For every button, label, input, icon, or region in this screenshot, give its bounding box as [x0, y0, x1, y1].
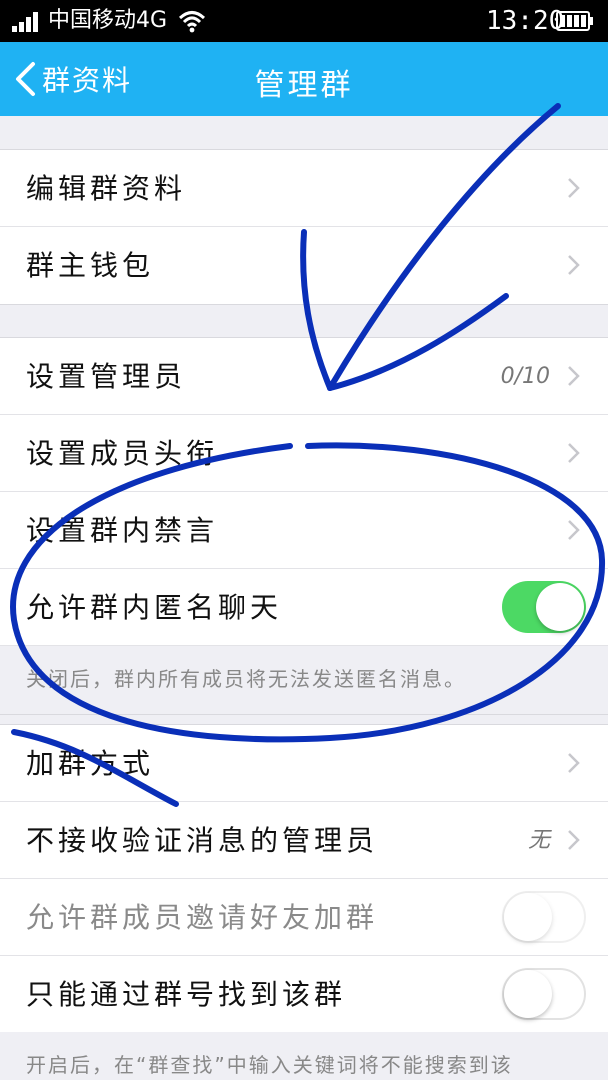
row-label: 设置成员头衔: [26, 437, 219, 470]
row-set-admins[interactable]: 设置管理员 0/10: [0, 338, 608, 415]
row-find-by-number: 只能通过群号找到该群: [0, 956, 608, 1033]
row-label: 设置管理员: [26, 360, 187, 393]
row-label: 不接收验证消息的管理员: [26, 824, 379, 857]
row-label: 允许群成员邀请好友加群: [26, 901, 379, 934]
carrier-label: 中国移动4G: [48, 8, 168, 33]
toggle-knob: [504, 893, 552, 941]
chevron-right-icon: [568, 178, 580, 198]
row-member-titles[interactable]: 设置成员头衔: [0, 415, 608, 492]
group-profile: 编辑群资料 群主钱包: [0, 149, 608, 305]
row-label: 允许群内匿名聊天: [26, 591, 283, 624]
clock: 13:20: [486, 6, 565, 36]
status-bar: 中国移动4G 13:20: [0, 0, 608, 42]
chevron-right-icon: [568, 830, 580, 850]
chevron-right-icon: [568, 520, 580, 540]
row-anonymous-chat: 允许群内匿名聊天: [0, 569, 608, 646]
row-allow-invite: 允许群成员邀请好友加群: [0, 879, 608, 956]
signal-icon: [12, 12, 42, 32]
admin-count: 0/10: [500, 364, 550, 389]
chevron-right-icon: [568, 366, 580, 386]
row-label: 群主钱包: [26, 249, 155, 282]
chevron-right-icon: [568, 443, 580, 463]
row-label: 只能通过群号找到该群: [26, 978, 347, 1011]
anonymous-note-row: 关闭后，群内所有成员将无法发送匿名消息。: [0, 646, 608, 714]
find-note-area: 开启后，在“群查找”中输入关键词将不能搜索到该: [0, 1032, 608, 1080]
row-owner-wallet[interactable]: 群主钱包: [0, 227, 608, 304]
row-join-method[interactable]: 加群方式: [0, 725, 608, 802]
chevron-right-icon: [568, 255, 580, 275]
allow-invite-toggle[interactable]: [502, 891, 586, 943]
battery-icon: [556, 11, 593, 31]
row-mute-settings[interactable]: 设置群内禁言: [0, 492, 608, 569]
wifi-icon: [178, 11, 206, 33]
find-by-number-toggle[interactable]: [502, 968, 586, 1020]
page-title: 管理群: [254, 68, 354, 103]
toggle-knob: [536, 583, 584, 631]
row-edit-group-profile[interactable]: 编辑群资料: [0, 150, 608, 227]
nav-bar: 群资料 管理群: [0, 42, 608, 116]
row-verification-admins[interactable]: 不接收验证消息的管理员 无: [0, 802, 608, 879]
find-by-number-note: 开启后，在“群查找”中输入关键词将不能搜索到该: [26, 1053, 513, 1077]
anonymous-chat-toggle[interactable]: [502, 581, 586, 633]
group-members: 设置管理员 0/10 设置成员头衔 设置群内禁言 允许群内匿名聊天 关闭后，群内…: [0, 337, 608, 715]
row-label: 设置群内禁言: [26, 514, 219, 547]
group-join: 加群方式 不接收验证消息的管理员 无 允许群成员邀请好友加群 只能通过群号找到该…: [0, 724, 608, 1033]
row-label: 加群方式: [26, 747, 155, 780]
anonymous-chat-note: 关闭后，群内所有成员将无法发送匿名消息。: [26, 667, 466, 691]
row-label: 编辑群资料: [26, 172, 187, 205]
verification-admin-value: 无: [527, 828, 550, 853]
chevron-right-icon: [568, 753, 580, 773]
toggle-knob: [504, 970, 552, 1018]
